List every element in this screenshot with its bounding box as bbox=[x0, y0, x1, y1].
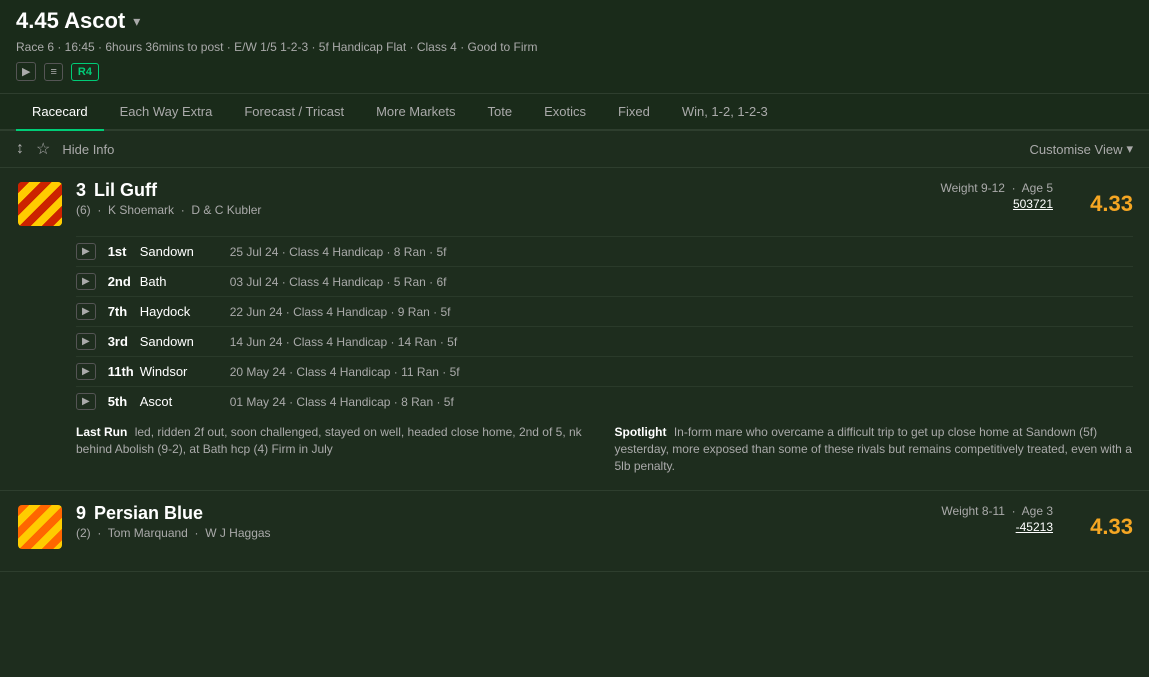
race-info: Race 6 · 16:45 · 6hours 36mins to post ·… bbox=[16, 40, 1133, 54]
r4-badge: R4 bbox=[71, 63, 99, 81]
venue: Windsor bbox=[140, 364, 230, 379]
play-button[interactable]: ▶ bbox=[76, 243, 96, 260]
last-run-text: led, ridden 2f out, soon challenged, sta… bbox=[76, 425, 582, 456]
table-row: ▶ 11th Windsor 20 May 24 · Class 4 Handi… bbox=[76, 356, 1133, 386]
venue: Bath bbox=[140, 274, 230, 289]
race-details: 22 Jun 24 · Class 4 Handicap · 9 Ran · 5… bbox=[230, 305, 1133, 319]
position: 3rd bbox=[108, 334, 140, 349]
race-details: 14 Jun 24 · Class 4 Handicap · 14 Ran · … bbox=[230, 335, 1133, 349]
last-run-label: Last Run bbox=[76, 425, 127, 439]
horse-header-persian-blue: 9 Persian Blue (2) · Tom Marquand · W J … bbox=[16, 503, 1133, 551]
position: 2nd bbox=[108, 274, 140, 289]
race-details: 01 May 24 · Class 4 Handicap · 8 Ran · 5… bbox=[230, 395, 1133, 409]
play-button[interactable]: ▶ bbox=[76, 393, 96, 410]
horse-form-link[interactable]: 503721 bbox=[893, 197, 1053, 211]
horse-draw: (6) bbox=[76, 203, 91, 217]
race-details: 20 May 24 · Class 4 Handicap · 11 Ran · … bbox=[230, 365, 1133, 379]
tab-racecard[interactable]: Racecard bbox=[16, 94, 104, 131]
horse-odds-persian-blue[interactable]: 4.33 bbox=[1053, 514, 1133, 540]
horse-trainer: Tom Marquand bbox=[108, 526, 188, 540]
tab-fixed[interactable]: Fixed bbox=[602, 94, 666, 131]
toolbar-left: ↕ ☆ Hide Info bbox=[16, 139, 114, 159]
horse-details: (2) · Tom Marquand · W J Haggas bbox=[76, 526, 893, 540]
venue: Sandown bbox=[140, 334, 230, 349]
race-details: 25 Jul 24 · Class 4 Handicap · 8 Ran · 5… bbox=[230, 245, 1133, 259]
table-row: ▶ 3rd Sandown 14 Jun 24 · Class 4 Handic… bbox=[76, 326, 1133, 356]
horse-form-link-persian[interactable]: -45213 bbox=[893, 520, 1053, 534]
play-button[interactable]: ▶ bbox=[76, 303, 96, 320]
history-rows-lil-guff: ▶ 1st Sandown 25 Jul 24 · Class 4 Handic… bbox=[76, 236, 1133, 416]
tab-more-markets[interactable]: More Markets bbox=[360, 94, 471, 131]
venue: Haydock bbox=[140, 304, 230, 319]
table-row: ▶ 7th Haydock 22 Jun 24 · Class 4 Handic… bbox=[76, 296, 1133, 326]
horse-details: (6) · K Shoemark · D & C Kubler bbox=[76, 203, 893, 217]
play-button[interactable]: ▶ bbox=[76, 363, 96, 380]
horse-number: 9 bbox=[76, 503, 86, 524]
tab-each-way-extra[interactable]: Each Way Extra bbox=[104, 94, 229, 131]
silks-image-lil-guff bbox=[18, 182, 62, 226]
spotlight-label: Spotlight bbox=[615, 425, 667, 439]
last-run-section: Last Run led, ridden 2f out, soon challe… bbox=[76, 424, 595, 474]
horse-silks-persian-blue bbox=[16, 503, 64, 551]
horse-weight: Weight 9-12 · Age 5 bbox=[940, 181, 1053, 195]
race-badges: ▶ ≡ R4 bbox=[16, 62, 1133, 81]
toolbar: ↕ ☆ Hide Info Customise View ▾ bbox=[0, 131, 1149, 168]
video-badge[interactable]: ▶ bbox=[16, 62, 36, 81]
horse-info-lil-guff: 3 Lil Guff (6) · K Shoemark · D & C Kubl… bbox=[76, 180, 893, 217]
table-row: ▶ 1st Sandown 25 Jul 24 · Class 4 Handic… bbox=[76, 236, 1133, 266]
customise-chevron-icon: ▾ bbox=[1126, 141, 1133, 157]
horse-card-persian-blue: 9 Persian Blue (2) · Tom Marquand · W J … bbox=[0, 491, 1149, 572]
customise-view-button[interactable]: Customise View ▾ bbox=[1030, 141, 1134, 157]
race-details: 03 Jul 24 · Class 4 Handicap · 5 Ran · 6… bbox=[230, 275, 1133, 289]
horse-name: Persian Blue bbox=[94, 503, 203, 524]
venue: Sandown bbox=[140, 244, 230, 259]
horse-info-persian-blue: 9 Persian Blue (2) · Tom Marquand · W J … bbox=[76, 503, 893, 540]
table-row: ▶ 5th Ascot 01 May 24 · Class 4 Handicap… bbox=[76, 386, 1133, 416]
card-badge[interactable]: ≡ bbox=[44, 63, 62, 81]
header: 4.45 Ascot ▾ Race 6 · 16:45 · 6hours 36m… bbox=[0, 0, 1149, 94]
horse-draw: (2) bbox=[76, 526, 91, 540]
horse-name-row: 3 Lil Guff bbox=[76, 180, 893, 201]
horse-weight-age-persian: Weight 8-11 · Age 3 -45213 bbox=[893, 503, 1053, 534]
horse-number: 3 bbox=[76, 180, 86, 201]
position: 5th bbox=[108, 394, 140, 409]
notes-row-lil-guff: Last Run led, ridden 2f out, soon challe… bbox=[76, 424, 1133, 478]
tab-tote[interactable]: Tote bbox=[472, 94, 529, 131]
spotlight-section: Spotlight In-form mare who overcame a di… bbox=[615, 424, 1134, 474]
table-row: ▶ 2nd Bath 03 Jul 24 · Class 4 Handicap … bbox=[76, 266, 1133, 296]
horse-owner: W J Haggas bbox=[205, 526, 270, 540]
tabs-bar: Racecard Each Way Extra Forecast / Trica… bbox=[0, 94, 1149, 131]
chevron-down-icon[interactable]: ▾ bbox=[133, 13, 140, 30]
horse-weight-persian: Weight 8-11 · Age 3 bbox=[941, 504, 1053, 518]
silks-image-persian-blue bbox=[18, 505, 62, 549]
position: 7th bbox=[108, 304, 140, 319]
race-title-row: 4.45 Ascot ▾ bbox=[16, 8, 1133, 34]
position: 1st bbox=[108, 244, 140, 259]
sort-icon[interactable]: ↕ bbox=[16, 140, 24, 158]
play-button[interactable]: ▶ bbox=[76, 333, 96, 350]
horse-name: Lil Guff bbox=[94, 180, 157, 201]
horse-odds-lil-guff[interactable]: 4.33 bbox=[1053, 191, 1133, 217]
star-icon[interactable]: ☆ bbox=[36, 139, 50, 159]
horse-trainer: K Shoemark bbox=[108, 203, 174, 217]
play-button[interactable]: ▶ bbox=[76, 273, 96, 290]
horse-owner: D & C Kubler bbox=[191, 203, 261, 217]
hide-info-button[interactable]: Hide Info bbox=[62, 142, 114, 157]
horse-silks-lil-guff bbox=[16, 180, 64, 228]
tab-exotics[interactable]: Exotics bbox=[528, 94, 602, 131]
race-title: 4.45 Ascot bbox=[16, 8, 125, 34]
tab-win-1-2-1-2-3[interactable]: Win, 1-2, 1-2-3 bbox=[666, 94, 784, 131]
venue: Ascot bbox=[140, 394, 230, 409]
tab-forecast-tricast[interactable]: Forecast / Tricast bbox=[228, 94, 360, 131]
horse-card-lil-guff: 3 Lil Guff (6) · K Shoemark · D & C Kubl… bbox=[0, 168, 1149, 491]
spotlight-text: In-form mare who overcame a difficult tr… bbox=[615, 425, 1132, 473]
horse-weight-age: Weight 9-12 · Age 5 503721 bbox=[893, 180, 1053, 211]
horse-header: 3 Lil Guff (6) · K Shoemark · D & C Kubl… bbox=[16, 180, 1133, 228]
position: 11th bbox=[108, 364, 140, 379]
horse-name-row: 9 Persian Blue bbox=[76, 503, 893, 524]
